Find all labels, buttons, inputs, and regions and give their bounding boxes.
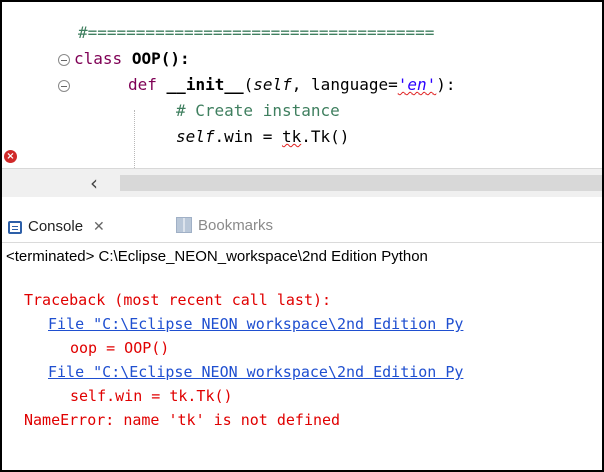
horizontal-scrollbar[interactable]: ‹ [2,168,602,197]
class-name: OOP(): [131,49,190,68]
assign-tk-call: .Tk() [301,127,350,146]
code-line-assign: self.win = tk.Tk() [176,124,349,150]
console-icon [8,221,22,234]
name-error-message: NameError: name 'tk' is not defined [24,411,341,429]
separator-comment: #==================================== [78,23,435,42]
traceback-code-line: self.win = tk.Tk() [70,387,233,405]
undefined-tk-name[interactable]: tk [282,127,301,146]
fold-def-icon[interactable] [58,80,70,92]
code-line-comment: # Create instance [176,98,340,124]
tab-bookmarks[interactable]: Bookmarks [176,216,273,236]
fold-class-icon[interactable] [58,54,70,66]
traceback-file-link[interactable]: File "C:\Eclipse NEON workspace\2nd Edit… [48,312,463,336]
scroll-left-icon[interactable]: ‹ [82,171,106,195]
close-icon[interactable]: ✕ [93,216,105,236]
tab-console[interactable]: Console ✕ [8,216,105,236]
init-self-param: self [253,75,292,94]
init-paren: ( [243,75,254,94]
code-line-def: def __init__(self, language='en'): [128,72,456,98]
init-params-text: , language= [291,75,398,94]
assign-self: self [176,127,215,146]
bookmarks-icon [176,217,192,233]
code-line-class: class OOP(): [74,46,190,72]
code-editor[interactable]: × #==================================== … [2,2,602,197]
init-method-name: __init__ [166,75,244,94]
code-line-separator: #==================================== [78,20,434,46]
scrollbar-track[interactable] [120,175,602,191]
traceback-code-line: oop = OOP() [70,339,170,357]
traceback-header: Traceback (most recent call last): [24,291,332,309]
ide-window: × #==================================== … [0,0,604,472]
language-default-string: 'en' [397,75,437,94]
console-tab-bar: Console ✕ Bookmarks [2,208,602,243]
error-marker-icon[interactable]: × [4,150,17,163]
traceback-file-link[interactable]: File "C:\Eclipse NEON workspace\2nd Edit… [48,360,463,384]
tab-bookmarks-label: Bookmarks [198,217,274,234]
editor-gutter: × [2,2,70,167]
console-status: <terminated> C:\Eclipse_NEON_workspace\2… [6,248,428,265]
def-keyword: def [128,75,157,94]
assign-win-text: .win = [214,127,282,146]
init-close-text: ): [436,75,456,94]
class-keyword: class [74,49,123,68]
tab-console-label: Console [28,218,84,235]
indent-guide [134,110,135,170]
create-instance-comment: # Create instance [176,101,340,120]
